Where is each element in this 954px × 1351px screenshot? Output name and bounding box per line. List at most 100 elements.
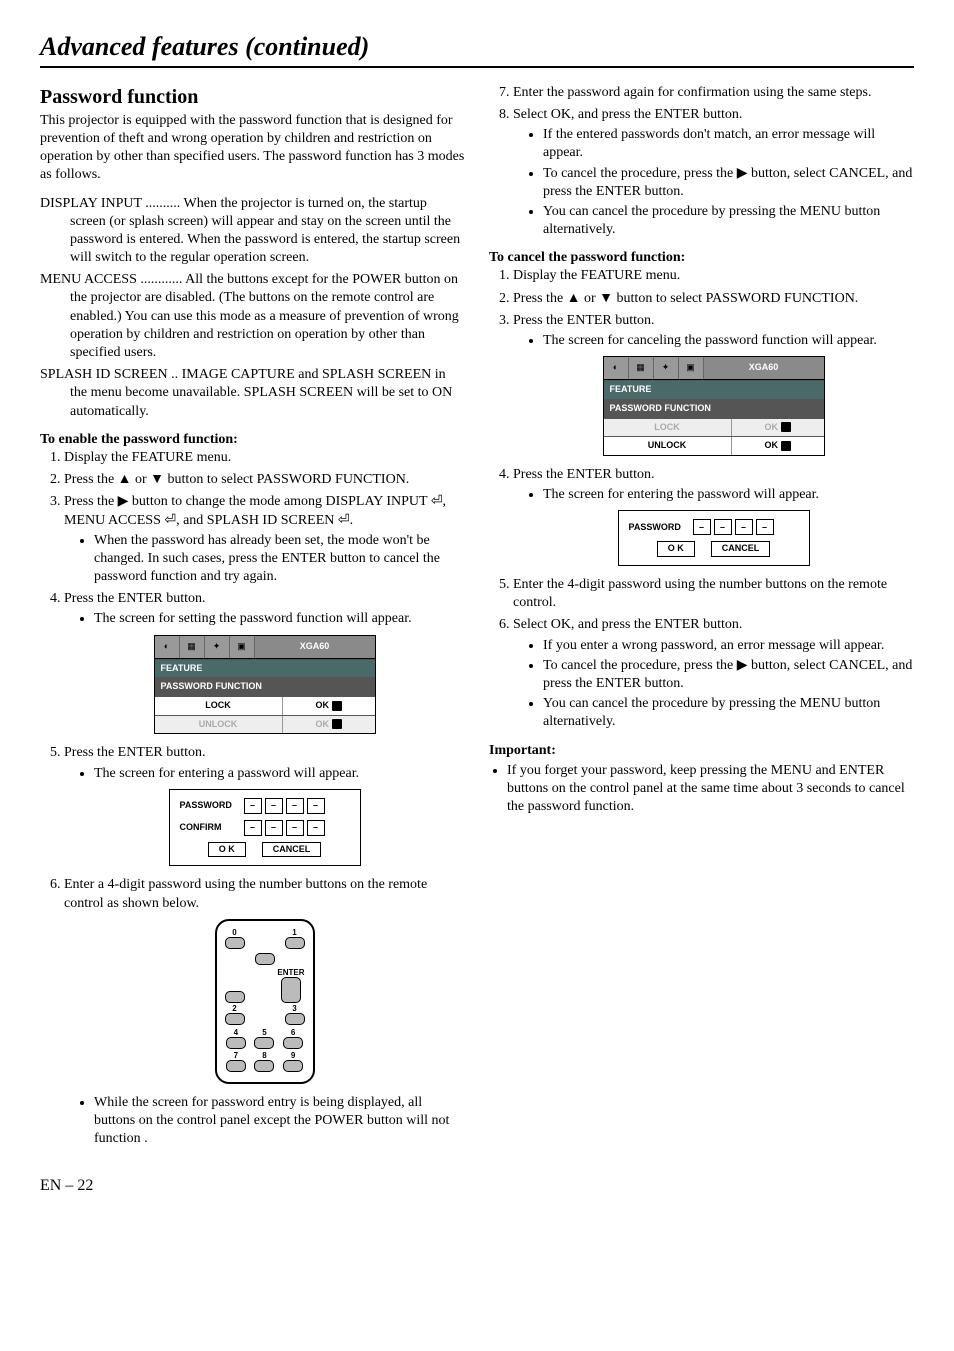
intro-text: This projector is equipped with the pass… [40,112,465,185]
enable-heading: To enable the password function: [40,431,465,449]
section-title: Password function [40,84,465,110]
pw-digit: – [286,820,304,836]
remote-button [225,1013,245,1025]
feature-menu-lock: ◐ ▦ ✦ ▣ XGA60 FEATURE PASSWORD FUNCTION … [154,635,376,735]
menu-ok: OK [315,719,329,729]
remote-button [255,953,275,965]
remote-button [225,991,245,1003]
enable-steps: Display the FEATURE menu. Press the ▲ or… [40,449,465,1148]
cancel-step-5: Enter the 4-digit password using the num… [513,576,914,612]
menu-unlock-label: UNLOCK [155,716,283,734]
remote-3-label: 3 [292,1005,296,1013]
remote-button [285,937,305,949]
pw-digit: – [693,519,711,535]
enable-steps-cont: Enter the password again for confirmatio… [489,84,914,240]
step-5-bullet: The screen for entering a password will … [94,765,465,783]
remote-button [285,1013,305,1025]
enter-icon [781,441,791,451]
step-3: Press the ▶ button to change the mode am… [64,493,465,586]
pw-digit: – [307,820,325,836]
remote-9-label: 9 [291,1052,295,1060]
pw-digit: – [714,519,732,535]
remote-enter-button [281,977,301,1003]
password-entry-box: PASSWORD – – – – CONFIRM – – [169,789,361,867]
menu-resolution: XGA60 [704,357,824,379]
step-8: Select OK, and press the ENTER button. I… [513,106,914,239]
pw-digit: – [265,798,283,814]
cancel-step-1: Display the FEATURE menu. [513,267,914,285]
cancel-step-4: Press the ENTER button. The screen for e… [513,466,914,566]
menu-unlock-label: UNLOCK [604,437,732,455]
menu-tab-icon: ▣ [679,357,704,379]
mode-splash-id: SPLASH ID SCREEN .. IMAGE CAPTURE and SP… [40,366,465,421]
remote-button [283,1060,303,1072]
remote-button [254,1060,274,1072]
pw-label-password: PASSWORD [180,800,236,812]
step-3-bullet: When the password has already been set, … [94,532,465,587]
enter-icon [332,701,342,711]
remote-button [254,1037,274,1049]
menu-feature-row: FEATURE [604,380,824,399]
pw-digit: – [265,820,283,836]
menu-tab-icon: ✦ [654,357,679,379]
remote-8-label: 8 [262,1052,266,1060]
step-6: Enter a 4-digit password using the numbe… [64,876,465,1148]
feature-menu-unlock: ◐ ▦ ✦ ▣ XGA60 FEATURE PASSWORD FUNCTION … [603,356,825,456]
enter-icon [781,422,791,432]
cancel-step-6-bullet-2: To cancel the procedure, press the ▶ but… [543,657,914,693]
menu-pwfunc-row: PASSWORD FUNCTION [604,399,824,418]
password-entry-box-cancel: PASSWORD – – – – O K CANCEL [618,510,810,566]
remote-7-label: 7 [234,1052,238,1060]
menu-tab-icon: ◐ [155,636,180,658]
right-column: Enter the password again for confirmatio… [489,84,914,1157]
cancel-step-6-text: Select OK, and press the ENTER button. [513,617,742,632]
menu-ok: OK [315,700,329,710]
step-8-bullet-1: If the entered passwords don't match, an… [543,126,914,162]
cancel-step-6: Select OK, and press the ENTER button. I… [513,616,914,731]
remote-5-label: 5 [262,1029,266,1037]
remote-4-label: 4 [234,1029,238,1037]
menu-tab-icon: ▣ [230,636,255,658]
pw-ok-button: O K [657,541,695,557]
remote-1-label: 1 [292,929,296,937]
mode-list: DISPLAY INPUT .......... When the projec… [40,195,465,421]
step-3-text: Press the ▶ button to change the mode am… [64,494,446,527]
menu-pwfunc-row: PASSWORD FUNCTION [155,677,375,696]
menu-tab-icon: ◐ [604,357,629,379]
cancel-steps: Display the FEATURE menu. Press the ▲ or… [489,267,914,731]
step-8-text: Select OK, and press the ENTER button. [513,107,742,122]
remote-6-label: 6 [291,1029,295,1037]
pw-digit: – [244,820,262,836]
pw-digit: – [307,798,325,814]
important-heading: Important: [489,742,914,760]
remote-control: 0 1 ENTER 2 [215,919,315,1084]
step-2: Press the ▲ or ▼ button to select PASSWO… [64,471,465,489]
cancel-step-6-bullet-1: If you enter a wrong password, an error … [543,637,914,655]
left-column: Password function This projector is equi… [40,84,465,1157]
step-8-bullet-2: To cancel the procedure, press the ▶ but… [543,165,914,201]
step-8-bullet-3: You can cancel the procedure by pressing… [543,203,914,239]
important-bullet: If you forget your password, keep pressi… [507,762,914,817]
remote-button [225,937,245,949]
cancel-step-3-text: Press the ENTER button. [513,313,655,328]
remote-0-label: 0 [232,929,236,937]
menu-ok: OK [764,422,778,432]
page-title: Advanced features (continued) [40,30,914,68]
step-5-text: Press the ENTER button. [64,745,206,760]
step-6-text: Enter a 4-digit password using the numbe… [64,877,427,910]
menu-resolution: XGA60 [255,636,375,658]
remote-button [226,1037,246,1049]
remote-2-label: 2 [232,1005,236,1013]
menu-lock-label: LOCK [604,419,732,437]
step-5: Press the ENTER button. The screen for e… [64,744,465,866]
remote-enter-label: ENTER [277,969,304,977]
cancel-step-2: Press the ▲ or ▼ button to select PASSWO… [513,290,914,308]
cancel-step-3-bullet: The screen for canceling the password fu… [543,332,914,350]
menu-feature-row: FEATURE [155,659,375,678]
step-4: Press the ENTER button. The screen for s… [64,590,465,734]
step-4-bullet: The screen for setting the password func… [94,610,465,628]
cancel-step-4-bullet: The screen for entering the password wil… [543,486,914,504]
cancel-step-4-text: Press the ENTER button. [513,467,655,482]
pw-cancel-button: CANCEL [711,541,771,557]
remote-button [283,1037,303,1049]
